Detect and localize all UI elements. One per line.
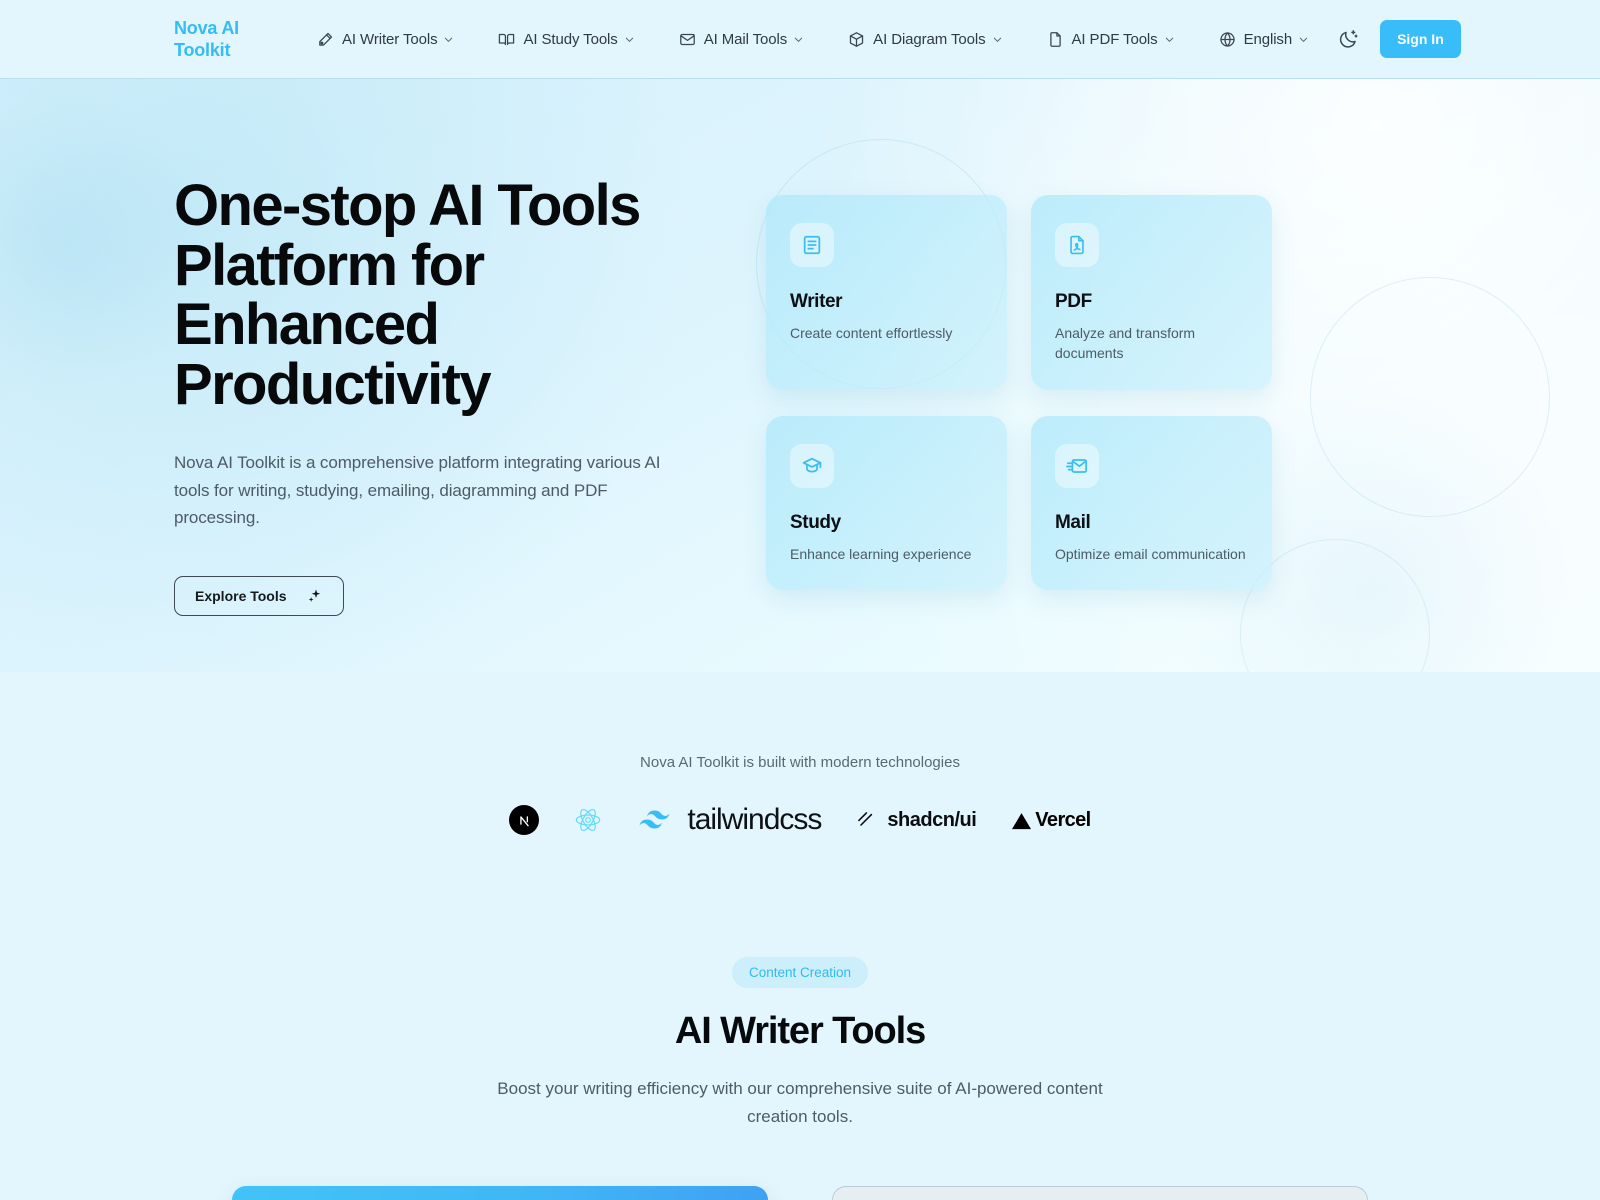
feature-card-title: PDF [1055, 291, 1092, 312]
hero-section: One-stop AI Tools Platform for Enhanced … [0, 79, 1600, 672]
sparkles-icon [307, 588, 323, 604]
moon-stars-icon [1338, 29, 1359, 50]
tailwind-wordmark: tailwindcss [687, 803, 822, 836]
feature-card-writer[interactable]: Writer Create content effortlessly [766, 195, 1007, 390]
tech-logo-row: tailwindcss shadcn/ui Vercel [0, 803, 1600, 837]
feature-card-pdf[interactable]: PDF Analyze and transform documents [1031, 195, 1272, 390]
document-lines-icon [790, 223, 834, 267]
feature-card-desc: Create content effortlessly [790, 325, 953, 341]
nav-label: AI Study Tools [523, 30, 618, 48]
feature-card-study[interactable]: Study Enhance learning experience [766, 415, 1007, 590]
tech-logo-vercel: Vercel [1011, 808, 1091, 832]
nav-item-ai-writer-tools[interactable]: AI Writer Tools [307, 23, 464, 56]
shadcn-logo [856, 810, 876, 830]
site-header: Nova AI Toolkit AI Writer Tools AI Study… [0, 0, 1600, 79]
file-icon [1047, 31, 1064, 48]
nav-label: AI Mail Tools [703, 30, 788, 48]
nextjs-logo [509, 805, 540, 835]
section-subtitle: Boost your writing efficiency with our c… [497, 1079, 1103, 1126]
tech-logo-shadcn: shadcn/ui [856, 808, 977, 832]
chevron-down-icon [1164, 34, 1175, 45]
tech-logo-tailwind: tailwindcss [637, 803, 822, 837]
nav-item-ai-study-tools[interactable]: AI Study Tools [488, 23, 644, 56]
tech-logo-react [574, 806, 602, 834]
nav-label: AI Writer Tools [342, 30, 438, 48]
nav-item-ai-mail-tools[interactable]: AI Mail Tools [669, 23, 814, 56]
nav-item-ai-diagram-tools[interactable]: AI Diagram Tools [838, 23, 1012, 56]
nav-item-ai-pdf-tools[interactable]: AI PDF Tools [1037, 23, 1185, 56]
language-selector[interactable]: English [1209, 23, 1320, 56]
chevron-down-icon [624, 34, 635, 45]
vercel-wordmark: Vercel [1035, 808, 1091, 831]
nav-label: AI PDF Tools [1071, 30, 1158, 48]
theme-toggle-button[interactable] [1331, 22, 1365, 56]
hero-description: Nova AI Toolkit is a comprehensive platf… [174, 452, 661, 528]
explore-tools-label: Explore Tools [195, 588, 287, 605]
mail-icon [679, 31, 696, 48]
section-title: AI Writer Tools [674, 1010, 926, 1052]
pen-tool-icon [317, 31, 334, 48]
react-logo [574, 806, 602, 834]
pdf-file-icon [1055, 223, 1099, 267]
tech-stack-label: Nova AI Toolkit is built with modern tec… [640, 754, 960, 771]
feature-card-title: Writer [790, 291, 843, 312]
feature-card-mail[interactable]: Mail Optimize email communication [1031, 415, 1272, 590]
promo-card[interactable] [232, 1185, 768, 1200]
ai-writer-tools-section: Content Creation AI Writer Tools Boost y… [0, 837, 1600, 1200]
feature-card-desc: Analyze and transform documents [1055, 325, 1196, 362]
feature-card-title: Study [790, 511, 841, 533]
hero-feature-cards: Writer Create content effortlessly PDF A… [766, 79, 1272, 590]
sign-in-button[interactable]: Sign In [1380, 20, 1461, 58]
language-label: English [1243, 30, 1293, 48]
tool-card-ai-paragraph-rewriter[interactable]: AI Paragraph Rewriter [832, 1185, 1368, 1200]
globe-icon [1219, 31, 1236, 48]
explore-tools-button[interactable]: Explore Tools [174, 576, 344, 617]
section-badge: Content Creation [731, 957, 869, 988]
nav-label: AI Diagram Tools [873, 30, 986, 48]
tech-logo-nextjs [509, 805, 540, 835]
graduation-cap-icon [790, 443, 834, 488]
chevron-down-icon [443, 34, 454, 45]
main-navigation: AI Writer Tools AI Study Tools AI Mail T… [307, 23, 1331, 56]
chevron-down-icon [793, 34, 804, 45]
shadcn-wordmark: shadcn/ui [887, 808, 977, 831]
tailwind-logo [637, 808, 677, 833]
feature-card-title: Mail [1055, 511, 1091, 533]
tool-cards-row: AI Paragraph Rewriter [0, 1185, 1600, 1200]
chevron-down-icon [1298, 34, 1309, 45]
feature-card-desc: Optimize email communication [1055, 545, 1246, 562]
page-title: One-stop AI Tools Platform for Enhanced … [174, 173, 641, 418]
hero-copy: One-stop AI Tools Platform for Enhanced … [174, 79, 704, 617]
mail-send-icon [1055, 443, 1099, 488]
book-open-icon [498, 31, 515, 48]
vercel-logo [1011, 811, 1032, 830]
feature-card-desc: Enhance learning experience [790, 545, 972, 562]
tech-stack-section: Nova AI Toolkit is built with modern tec… [0, 672, 1600, 837]
site-logo[interactable]: Nova AI Toolkit [174, 17, 270, 62]
box-icon [848, 31, 865, 48]
chevron-down-icon [992, 34, 1003, 45]
